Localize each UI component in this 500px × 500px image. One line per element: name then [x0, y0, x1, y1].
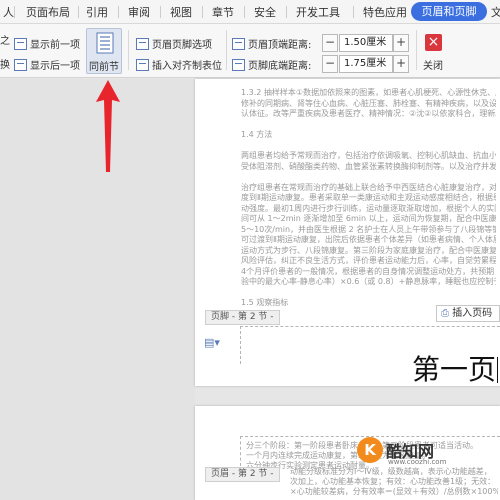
tab-developer-tools[interactable]: 开发工具: [296, 4, 340, 20]
tab-section[interactable]: 章节: [212, 4, 234, 20]
body-text-line: 认体征。改等严重疾病及患者医疗、精神情况：②沈②以依家科合，理新。: [241, 109, 496, 118]
red-arrow-annotation: [96, 80, 120, 172]
tab-partial-right[interactable]: 文: [491, 4, 500, 20]
ribbon-partial-button-bottom[interactable]: 换: [0, 56, 10, 71]
show-next-label: 显示后一项: [30, 61, 80, 72]
ribbon-toolbar: 之 换 显示前一项 显示后一项 同前节 页眉页脚选项 插入对齐制表位 页眉顶端距…: [0, 24, 500, 78]
tab-references[interactable]: 引用: [86, 4, 108, 20]
body-text-line: 动强度。最初1周内进行步行训练，运动量逐取渐取增加，根据个人的实际情况，: [241, 203, 496, 213]
show-previous-label: 显示前一项: [30, 40, 80, 51]
body-text-line: 风险评估，纠正不良生活方式，评价患者运动能力后，心率，自觉劳累程度等。: [241, 256, 496, 265]
footer-bottom-distance-icon: [232, 58, 245, 71]
ribbon-divider: [226, 30, 227, 70]
body-text-line: 验中的最大心率-静息心率）×0.6（或 0.8）+静息脉率，睡眠也应控制于此范围…: [241, 277, 496, 286]
ribbon-divider: [128, 30, 129, 70]
header-footer-options-icon: [136, 37, 149, 50]
header-top-distance-input[interactable]: 1.50厘米: [339, 34, 393, 52]
ribbon-divider: [416, 30, 417, 70]
tab-special-apps[interactable]: 特色应用: [363, 4, 407, 20]
body-text-line: 修补的同期病、肾等住心血病、心脏压塞、肺栓塞、有精神疾病，以及设计者应不会: [241, 98, 496, 108]
body-text-line: 1.4 方法: [241, 130, 273, 139]
text-cursor: [497, 357, 498, 383]
insert-align-tab-button[interactable]: 插入对齐制表位: [136, 57, 222, 72]
tab-separator: [286, 6, 287, 18]
tab-page-layout[interactable]: 页面布局: [26, 4, 70, 20]
body-text-line: 5～10次/min，并由医生根据 2 名护士在人员上午带领参与了八段锦等锻炼。: [241, 224, 496, 234]
body-text-line: 度到Ⅱ期运动康复。患者采取单一类康运动和主观运动感度相结合，根据患者情况，: [241, 193, 496, 202]
header-top-increment-button[interactable]: +: [393, 34, 409, 52]
show-next-icon: [14, 58, 27, 71]
body-text-line: 1.3.2 抽样样本①数据加依照来的图素，如患者心肌梗死、心源性休克、严重心律失…: [241, 88, 496, 97]
close-label: 关闭: [423, 61, 443, 72]
tab-separator: [118, 6, 119, 18]
body-text-line: 两组患者均给予常规而治疗，包括治疗依调吸氧、控制心肌缺血、抗血小板药。: [241, 151, 496, 160]
header-footer-options-label: 页眉页脚选项: [152, 40, 212, 51]
tab-view[interactable]: 视图: [170, 4, 192, 20]
body-text-line: 可过渡到Ⅱ期运动康复，出院后依据患者个体差异（如患者病情、个人体质及运动: [241, 235, 496, 244]
insert-page-number-label: 插入页码: [452, 308, 493, 319]
insert-align-tab-icon: [136, 58, 149, 71]
watermark-logo-icon: K: [357, 437, 383, 463]
footer-text[interactable]: 第一页: [412, 355, 496, 385]
ribbon-partial-button-top[interactable]: 之: [0, 32, 10, 47]
tab-header-footer[interactable]: 页眉和页脚: [411, 2, 487, 21]
tab-separator: [78, 6, 79, 18]
footer-bottom-distance-label-group: 页脚底端距离:: [232, 57, 311, 72]
header-top-distance-label-group: 页眉顶端距离:: [232, 36, 311, 51]
same-as-previous-button[interactable]: 同前节: [86, 28, 122, 74]
footer-bottom-increment-button[interactable]: +: [393, 55, 409, 73]
body-text-line: 治疗组患者在常规而治疗的基础上联合给予中西医结合心脏康复治疗，对于: [241, 182, 496, 192]
body-text-line: 受体阻滞剂、硝酸酯类药物、血管紧张素转换酶抑制剂等。以及治疗并发症。: [241, 161, 496, 171]
tab-separator: [244, 6, 245, 18]
ribbon-partial-label: 之: [0, 36, 10, 47]
tab-review[interactable]: 审阅: [128, 4, 150, 20]
footer-bottom-distance-label: 页脚底端距离:: [248, 61, 312, 72]
menu-bar: 人 页面布局 引用 审阅 视图 章节 安全 开发工具 特色应用 页眉和页脚 文: [0, 0, 500, 24]
footer-section-label: 页脚 - 第 2 节 -: [205, 310, 280, 325]
same-as-previous-label: 同前节: [89, 62, 119, 73]
paragraph-format-icon[interactable]: ▤▾: [204, 336, 220, 349]
watermark-url: www.coozhi.com: [388, 458, 447, 466]
tab-separator: [160, 6, 161, 18]
insert-page-number-button[interactable]: ⎙ 插入页码: [436, 305, 500, 322]
same-as-previous-icon: [96, 32, 114, 54]
tab-separator: [353, 6, 354, 18]
tab-separator: [14, 6, 15, 18]
show-previous-icon: [14, 37, 27, 50]
header-top-decrement-button[interactable]: −: [322, 34, 338, 52]
footer-bottom-decrement-button[interactable]: −: [322, 55, 338, 73]
body-text-line: 4个月评价患者的一般情况，根据患者的自身情况调整运动处方，共预期 6 个月。: [241, 266, 496, 276]
show-previous-button[interactable]: 显示前一项: [14, 36, 80, 51]
footer-dashed-border: [240, 326, 500, 327]
close-icon: ×: [425, 34, 442, 51]
tab-separator: [202, 6, 203, 18]
insert-page-number-icon: ⎙: [441, 308, 449, 319]
header-dashed-border-left: [240, 436, 241, 466]
show-next-button[interactable]: 显示后一项: [14, 57, 80, 72]
header-section-label: 页眉 - 第 2 节 -: [205, 467, 280, 482]
header-footer-options-button[interactable]: 页眉页脚选项: [136, 36, 212, 51]
header-top-distance-label: 页眉顶端距离:: [248, 40, 312, 51]
body-text-line: ×心功能较差病，分有效率＝(显效＋有效）/总例数×100%。: [290, 487, 498, 496]
tab-security[interactable]: 安全: [254, 4, 276, 20]
insert-align-tab-label: 插入对齐制表位: [152, 61, 222, 72]
ribbon-partial-label: 换: [0, 60, 10, 71]
body-text-line: 运动方式为步行、八段锦康复。第三阶段为家庭康复治疗，配合中医康复护理: [241, 245, 496, 255]
tab-partial-left[interactable]: 人: [3, 4, 14, 20]
footer-bottom-distance-input[interactable]: 1.75厘米: [339, 55, 393, 73]
header-top-distance-icon: [232, 37, 245, 50]
footer-dashed-border-left: [240, 326, 241, 364]
close-header-footer-button[interactable]: × 关闭: [420, 29, 448, 73]
body-text-line: 间可从 1～2min 逐渐增加至 6min 以上，运动间为恢复期，配合中医康复治…: [241, 214, 496, 223]
